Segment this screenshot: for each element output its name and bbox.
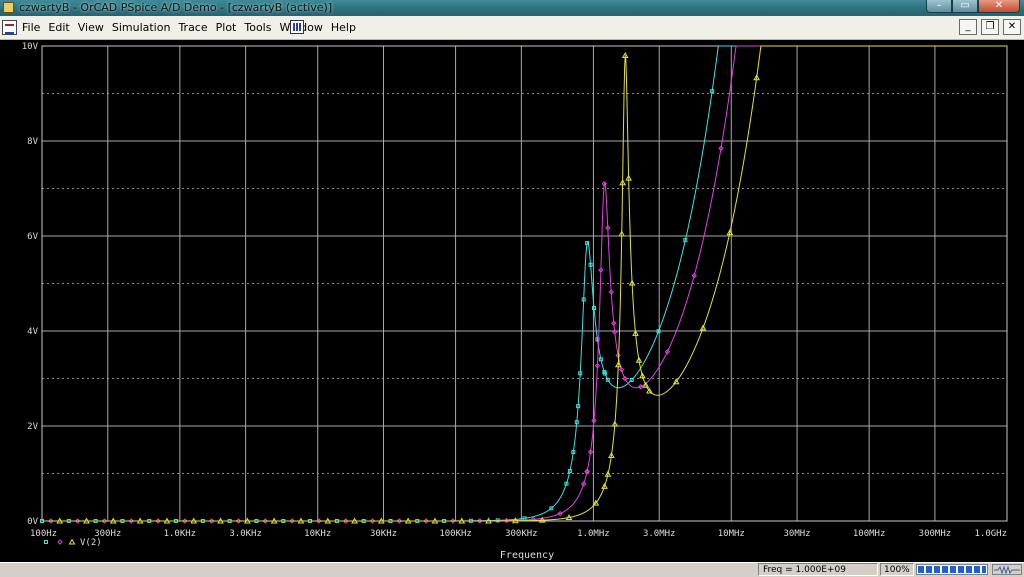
menu-tools[interactable]: Tools (244, 21, 271, 34)
x-tick-label: 1.0MHz (577, 529, 610, 539)
mdi-controls: _ ❐ ✕ (959, 19, 1021, 35)
x-tick-label: 1.0KHz (164, 529, 197, 539)
x-tick-label: 100KHz (439, 529, 472, 539)
legend-marker-3 (68, 538, 76, 545)
window-title: czwartyB - OrCAD PSpice A/D Demo - [czwa… (19, 1, 333, 14)
y-tick-label: 0V (27, 517, 38, 527)
menu-simulation[interactable]: Simulation (112, 21, 171, 34)
simulation-progress-bar (916, 564, 988, 575)
plot-canvas[interactable]: 0V2V4V6V8V10V100Hz 300Hz 1.0KHz 3.0KHz 10KHz… (0, 40, 1024, 562)
waveform-status-icon[interactable] (992, 564, 1022, 575)
toolbar-toggle-icon[interactable] (290, 20, 304, 34)
x-tick-label: 10KHz (304, 529, 331, 539)
mdi-minimize-button[interactable]: _ (959, 19, 977, 35)
x-axis-label: Frequency (500, 550, 554, 561)
menu-file[interactable]: File (22, 21, 40, 34)
app-icon[interactable] (3, 2, 14, 13)
x-tick-label: 10MHz (718, 529, 745, 539)
menu-bar: File Edit View Simulation Trace Plot Too… (0, 16, 1024, 40)
legend-marker-1 (44, 540, 48, 544)
document-icon[interactable] (2, 20, 17, 35)
menu-help[interactable]: Help (331, 21, 356, 34)
menu-plot[interactable]: Plot (216, 21, 237, 34)
status-bar: Freq = 1.000E+09 100% (0, 562, 1024, 576)
waveform-glyph (994, 565, 1020, 575)
x-tick-label: 300KHz (505, 529, 538, 539)
status-cursor-frequency: Freq = 1.000E+09 (758, 563, 878, 576)
x-tick-label: 300MHz (919, 529, 952, 539)
y-tick-label: 6V (27, 232, 38, 242)
y-tick-label: 4V (27, 327, 38, 337)
legend-label: V(2) (80, 538, 102, 548)
window-maximize-button[interactable]: ▭ (952, 0, 978, 13)
x-tick-label: 100MHz (853, 529, 886, 539)
mdi-restore-button[interactable]: ❐ (981, 19, 999, 35)
x-tick-label: 3.0KHz (229, 529, 262, 539)
x-tick-label: 100Hz (30, 529, 57, 539)
legend-marker-2 (57, 539, 63, 545)
x-tick-label: 1.0GHz (974, 529, 1007, 539)
y-tick-label: 2V (27, 422, 38, 432)
x-tick-label: 30MHz (784, 529, 811, 539)
menu-view[interactable]: View (78, 21, 104, 34)
menu-list: File Edit View Simulation Trace Plot Too… (22, 21, 356, 34)
window-controls: – ▭ ✕ (926, 0, 1020, 14)
y-tick-label: 10V (22, 42, 39, 52)
window-minimize-button[interactable]: – (926, 0, 952, 13)
simulation-progress-fill (918, 566, 986, 573)
x-tick-label: 30KHz (370, 529, 397, 539)
menu-edit[interactable]: Edit (48, 21, 69, 34)
window-close-button[interactable]: ✕ (978, 0, 1020, 13)
status-zoom-level: 100% (880, 563, 914, 576)
mdi-close-button[interactable]: ✕ (1003, 19, 1021, 35)
plot-window[interactable]: 0V 2V 4V 6V 8V 10V 100Hz 300Hz 1.0KHz 3.0KHz 10KHz… (0, 40, 1024, 562)
x-tick-label: 3.0MHz (643, 529, 676, 539)
window-titlebar[interactable]: czwartyB - OrCAD PSpice A/D Demo - [czwa… (0, 0, 1024, 16)
y-tick-label: 8V (27, 137, 38, 147)
menu-trace[interactable]: Trace (178, 21, 207, 34)
